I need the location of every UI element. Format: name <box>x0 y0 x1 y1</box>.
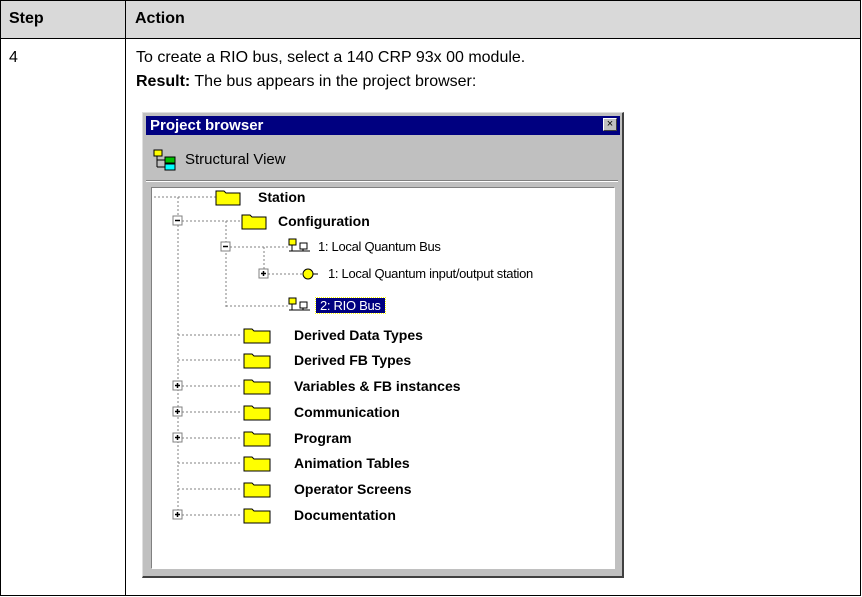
result-label: Result: <box>136 73 191 90</box>
step-table: Step Action 4 To create a RIO bus, selec… <box>0 0 861 596</box>
action-instruction: To create a RIO bus, select a 140 CRP 93… <box>136 49 526 66</box>
structural-view-icon <box>153 149 176 171</box>
tree-item-local-station[interactable]: 1: Local Quantum input/output station <box>328 266 533 281</box>
window-titlebar[interactable]: Project browser × <box>146 116 620 135</box>
table-header-row: Step Action <box>1 1 860 39</box>
tree-item-animation-tables[interactable]: Animation Tables <box>294 455 410 471</box>
header-action: Action <box>135 10 185 27</box>
tree-item-variables[interactable]: Variables & FB instances <box>294 378 461 394</box>
window-title: Project browser <box>150 117 264 134</box>
step-number: 4 <box>9 49 18 66</box>
header-separator <box>146 180 618 182</box>
tree-item-derived-fb-types[interactable]: Derived FB Types <box>294 352 411 368</box>
project-browser-window: Project browser × Structural View Statio… <box>142 112 624 578</box>
close-button[interactable]: × <box>603 118 617 131</box>
tree-item-rio-bus-label[interactable]: 2: RIO Bus <box>315 297 386 314</box>
structural-view-label: Structural View <box>185 151 286 168</box>
structural-view-header: Structural View <box>153 149 453 171</box>
tree-item-communication[interactable]: Communication <box>294 404 400 420</box>
tree-item-rio-bus[interactable]: 2: RIO Bus <box>315 297 386 314</box>
tree-item-configuration[interactable]: Configuration <box>278 213 370 229</box>
tree-item-station[interactable]: Station <box>258 189 305 205</box>
tree-item-derived-data-types[interactable]: Derived Data Types <box>294 327 423 343</box>
tree-item-program[interactable]: Program <box>294 430 352 446</box>
tree-item-documentation[interactable]: Documentation <box>294 507 396 523</box>
column-divider <box>125 1 126 596</box>
tree-panel[interactable]: Station Configuration 1: Local Quantum B… <box>151 187 615 569</box>
tree-item-local-bus[interactable]: 1: Local Quantum Bus <box>318 239 441 254</box>
header-step: Step <box>9 10 44 27</box>
tree-item-operator-screens[interactable]: Operator Screens <box>294 481 412 497</box>
result-text: The bus appears in the project browser: <box>190 73 477 90</box>
action-result: Result: The bus appears in the project b… <box>136 73 476 91</box>
